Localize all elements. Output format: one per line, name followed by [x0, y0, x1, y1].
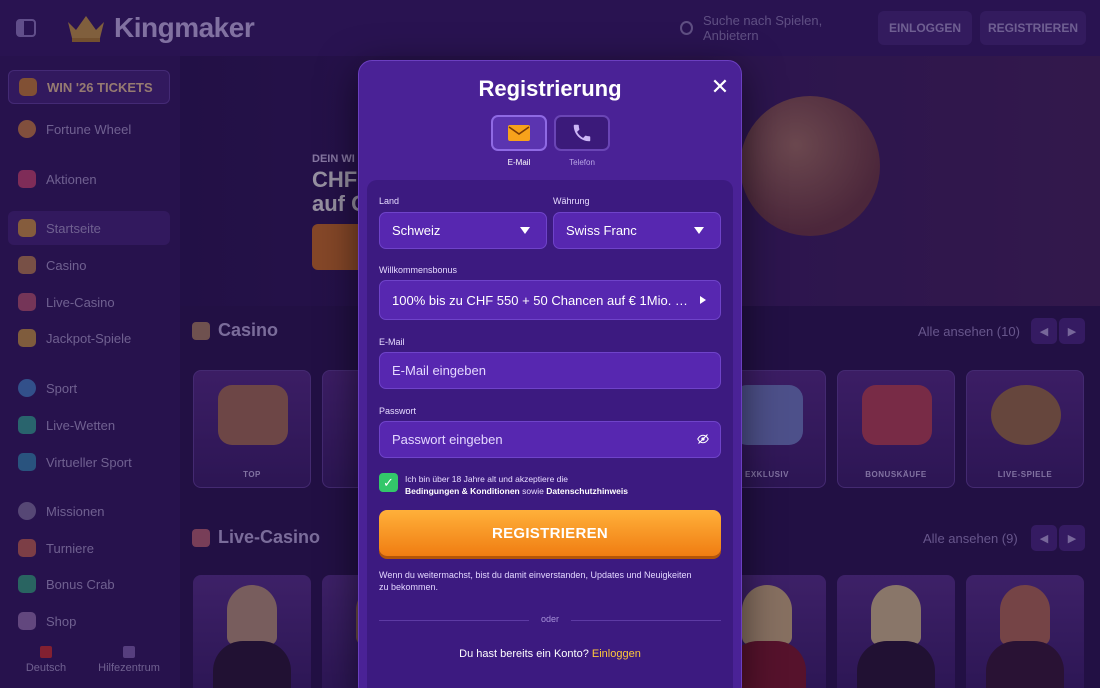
email-method-label: E-Mail: [507, 158, 531, 167]
or-separator: oder: [540, 614, 559, 624]
country-label: Land: [379, 196, 400, 206]
eye-off-icon[interactable]: [697, 433, 709, 445]
terms-conditions-link[interactable]: Bedingungen & Konditionen: [405, 486, 520, 496]
bonus-label: Willkommensbonus: [379, 265, 458, 275]
registration-form: Land Schweiz Währung Swiss Franc Willkom…: [367, 180, 733, 688]
privacy-notice-link[interactable]: Datenschutzhinweis: [546, 486, 628, 496]
currency-label: Währung: [553, 196, 590, 206]
have-account-text: Du hast bereits ein Konto?: [459, 648, 589, 660]
password-input[interactable]: [379, 421, 721, 458]
modal-title: Registrierung: [478, 76, 622, 101]
chevron-down-icon: [520, 227, 530, 234]
email-label: E-Mail: [379, 337, 405, 347]
email-method-tab[interactable]: [491, 115, 547, 151]
email-input[interactable]: [379, 352, 721, 389]
close-icon[interactable]: ✕: [710, 76, 730, 98]
divider-right: [571, 620, 721, 621]
terms-prefix: Ich bin über 18 Jahre alt und akzeptiere…: [405, 474, 569, 484]
currency-select[interactable]: Swiss Franc: [553, 212, 721, 249]
password-label: Passwort: [379, 406, 417, 416]
login-link[interactable]: Einloggen: [592, 648, 641, 660]
phone-icon: [573, 124, 591, 142]
phone-method-label: Telefon: [569, 158, 595, 167]
currency-value: Swiss Franc: [566, 223, 637, 238]
chevron-down-icon: [694, 227, 704, 234]
existing-account-line: Du hast bereits ein Konto? Einloggen: [367, 648, 733, 660]
terms-mid: sowie: [522, 486, 544, 496]
chevron-right-icon: [700, 296, 706, 304]
country-select[interactable]: Schweiz: [379, 212, 547, 249]
marketing-notice: Wenn du weitermachst, bist du damit einv…: [379, 570, 692, 592]
envelope-icon: [508, 125, 530, 141]
registration-modal: Registrierung ✕ E-Mail Telefon Land Schw…: [358, 60, 742, 688]
bonus-value: 100% bis zu CHF 550 + 50 Chancen auf € 1…: [392, 292, 692, 308]
country-value: Schweiz: [392, 223, 441, 238]
age-terms-checkbox[interactable]: ✓: [379, 473, 398, 492]
welcome-bonus-select[interactable]: 100% bis zu CHF 550 + 50 Chancen auf € 1…: [379, 280, 721, 320]
register-submit-button[interactable]: REGISTRIEREN: [379, 510, 721, 556]
phone-method-tab[interactable]: [554, 115, 610, 151]
terms-text: Ich bin über 18 Jahre alt und akzeptiere…: [405, 473, 715, 497]
